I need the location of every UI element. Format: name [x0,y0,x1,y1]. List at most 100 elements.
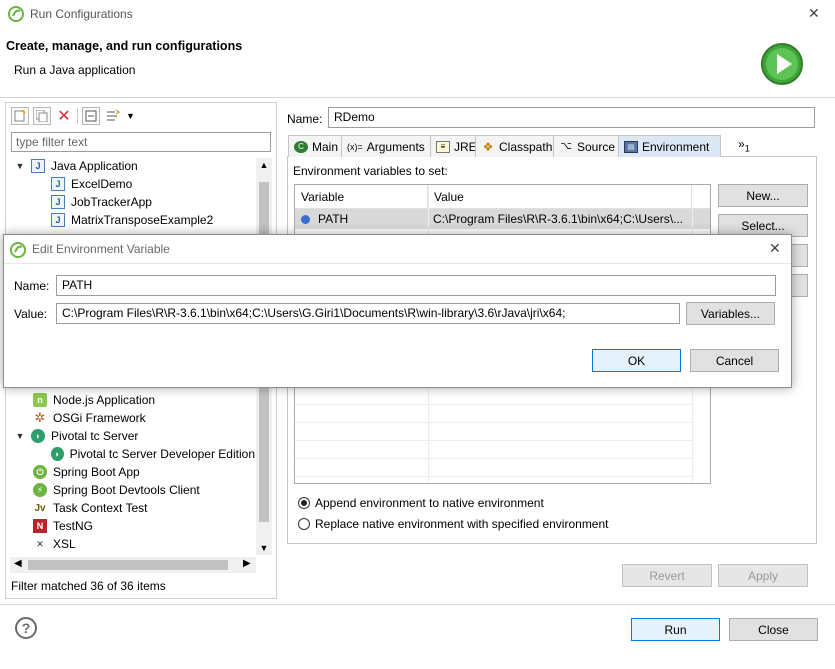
delete-config-icon[interactable]: ✕ [55,106,73,126]
tree-item-xsl[interactable]: ✕ XSL [13,535,255,553]
tree-item-label: Java Application [51,159,138,173]
spring-devtools-icon: ⚡ [33,483,47,497]
tab-label: JRE [454,139,477,154]
config-tree-upper: ▼ J Java Application J ExcelDemo J JobTr… [13,157,253,229]
column-header-variable[interactable]: Variable [295,185,428,209]
dialog-logo-icon [10,242,26,258]
config-name-label: Name: [287,112,323,126]
radio-replace[interactable]: Replace native environment with specifie… [298,517,609,531]
new-env-button[interactable]: New... [718,184,808,207]
cell-variable: PATH [318,212,349,226]
scroll-right-icon[interactable]: ▶ [243,558,251,569]
tab-label: Arguments [366,139,425,154]
tab-classpath[interactable]: ❖ Classpath [475,135,559,157]
hscroll-thumb[interactable] [28,560,228,570]
dialog-cancel-button[interactable]: Cancel [690,349,779,372]
classpath-tab-icon: ❖ [482,139,494,154]
source-tab-icon: ⌥ [560,141,572,152]
tab-arguments[interactable]: (x)= Arguments [341,135,431,157]
jre-tab-icon: ≡ [436,140,450,153]
tree-item-spring-boot[interactable]: ⏻ Spring Boot App [13,463,255,481]
testng-icon: N [33,519,47,533]
tree-item-pivotal-dev[interactable]: ◗ Pivotal tc Server Developer Edition [13,445,255,463]
new-config-icon[interactable] [11,107,29,125]
scroll-up-icon[interactable]: ▲ [256,160,272,170]
osgi-icon: ✲ [34,410,46,425]
java-class-icon: J [51,177,65,191]
page-title: Create, manage, and run configurations [6,39,243,53]
tab-overflow-count: 1 [744,143,750,154]
tab-source[interactable]: ⌥ Source [553,135,622,157]
left-toolbar: ✕ ▼ [11,106,151,126]
duplicate-config-icon[interactable] [33,107,51,125]
tree-item-nodejs[interactable]: n Node.js Application [13,391,255,409]
tree-horizontal-scrollbar[interactable]: ◀ ▶ [10,557,256,573]
tab-label: Environment [642,139,710,154]
tree-item-java-application[interactable]: ▼ J Java Application [13,157,253,175]
run-button[interactable]: Run [631,618,720,641]
window-close-icon[interactable]: ✕ [808,5,820,22]
tab-label: Source [577,139,616,154]
tab-overflow-button[interactable]: »1 [738,137,750,153]
help-icon[interactable]: ? [15,617,37,639]
tab-label: Classpath [499,139,553,154]
dialog-name-label: Name: [14,279,50,293]
tree-item-matrixtranspose[interactable]: J MatrixTransposeExample2 [13,211,253,229]
filter-icon[interactable] [104,109,122,123]
tree-item-label: JobTrackerApp [71,195,152,209]
window-title: Run Configurations [30,7,133,21]
dialog-name-input[interactable]: PATH [56,275,776,296]
tree-item-label: XSL [53,537,76,551]
page-subtitle: Run a Java application [14,63,136,77]
java-class-icon: J [51,195,65,209]
dialog-value-label: Value: [14,307,48,321]
radio-append-indicator[interactable] [298,497,310,509]
tree-item-label: Spring Boot App [53,465,140,479]
dialog-title: Edit Environment Variable [32,242,170,256]
scroll-down-icon[interactable]: ▼ [256,543,272,553]
arguments-tab-icon: (x)= [347,141,363,152]
header-separator [0,97,835,98]
tree-item-label: Task Context Test [53,501,148,515]
java-app-icon: J [31,159,45,173]
tree-item-exceldemo[interactable]: J ExcelDemo [13,175,253,193]
config-tree-lower: n Node.js Application ✲ OSGi Framework ▼… [13,391,255,553]
revert-button[interactable]: Revert [622,564,712,587]
main-tab-icon: C [294,140,308,153]
tree-item-task-context[interactable]: Jv Task Context Test [13,499,255,517]
chevron-down-icon[interactable]: ▼ [13,161,27,171]
close-button[interactable]: Close [729,618,818,641]
env-vars-label: Environment variables to set: [293,164,448,178]
tab-label: Main [312,139,339,154]
filter-input[interactable]: type filter text [11,132,271,152]
tree-item-label: OSGi Framework [53,411,146,425]
tree-item-pivotal[interactable]: ▼ ◗ Pivotal tc Server [13,427,255,445]
dialog-close-icon[interactable]: ✕ [769,240,781,257]
tab-environment[interactable]: ▤ Environment [618,135,721,157]
variables-button[interactable]: Variables... [686,302,775,325]
column-header-value[interactable]: Value [428,185,692,209]
chevron-down-icon[interactable]: ▼ [13,431,27,441]
view-menu-chevron-down-icon[interactable]: ▼ [126,111,135,121]
cell-value: C:\Program Files\R\R-3.6.1\bin\x64;C:\Us… [433,212,684,226]
task-context-icon: Jv [34,502,46,514]
filter-status: Filter matched 36 of 36 items [11,579,166,593]
dialog-value-input[interactable]: C:\Program Files\R\R-3.6.1\bin\x64;C:\Us… [56,303,680,324]
tree-item-osgi[interactable]: ✲ OSGi Framework [13,409,255,427]
app-logo-icon [8,6,24,22]
collapse-all-icon[interactable] [82,107,100,125]
dialog-ok-button[interactable]: OK [592,349,681,372]
scroll-left-icon[interactable]: ◀ [14,558,22,569]
apply-button[interactable]: Apply [718,564,808,587]
radio-replace-label: Replace native environment with specifie… [315,517,609,531]
tab-main[interactable]: C Main [288,135,345,157]
tree-item-jobtrackerapp[interactable]: J JobTrackerApp [13,193,253,211]
radio-replace-indicator[interactable] [298,518,310,530]
tree-item-label: Pivotal tc Server Developer Edition [69,447,255,461]
tree-item-spring-devtools[interactable]: ⚡ Spring Boot Devtools Client [13,481,255,499]
radio-append[interactable]: Append environment to native environment [298,496,544,510]
config-name-input[interactable]: RDemo [328,107,815,128]
tree-item-testng[interactable]: N TestNG [13,517,255,535]
tree-item-label: ExcelDemo [71,177,133,191]
table-row[interactable]: PATH C:\Program Files\R\R-3.6.1\bin\x64;… [295,209,710,229]
